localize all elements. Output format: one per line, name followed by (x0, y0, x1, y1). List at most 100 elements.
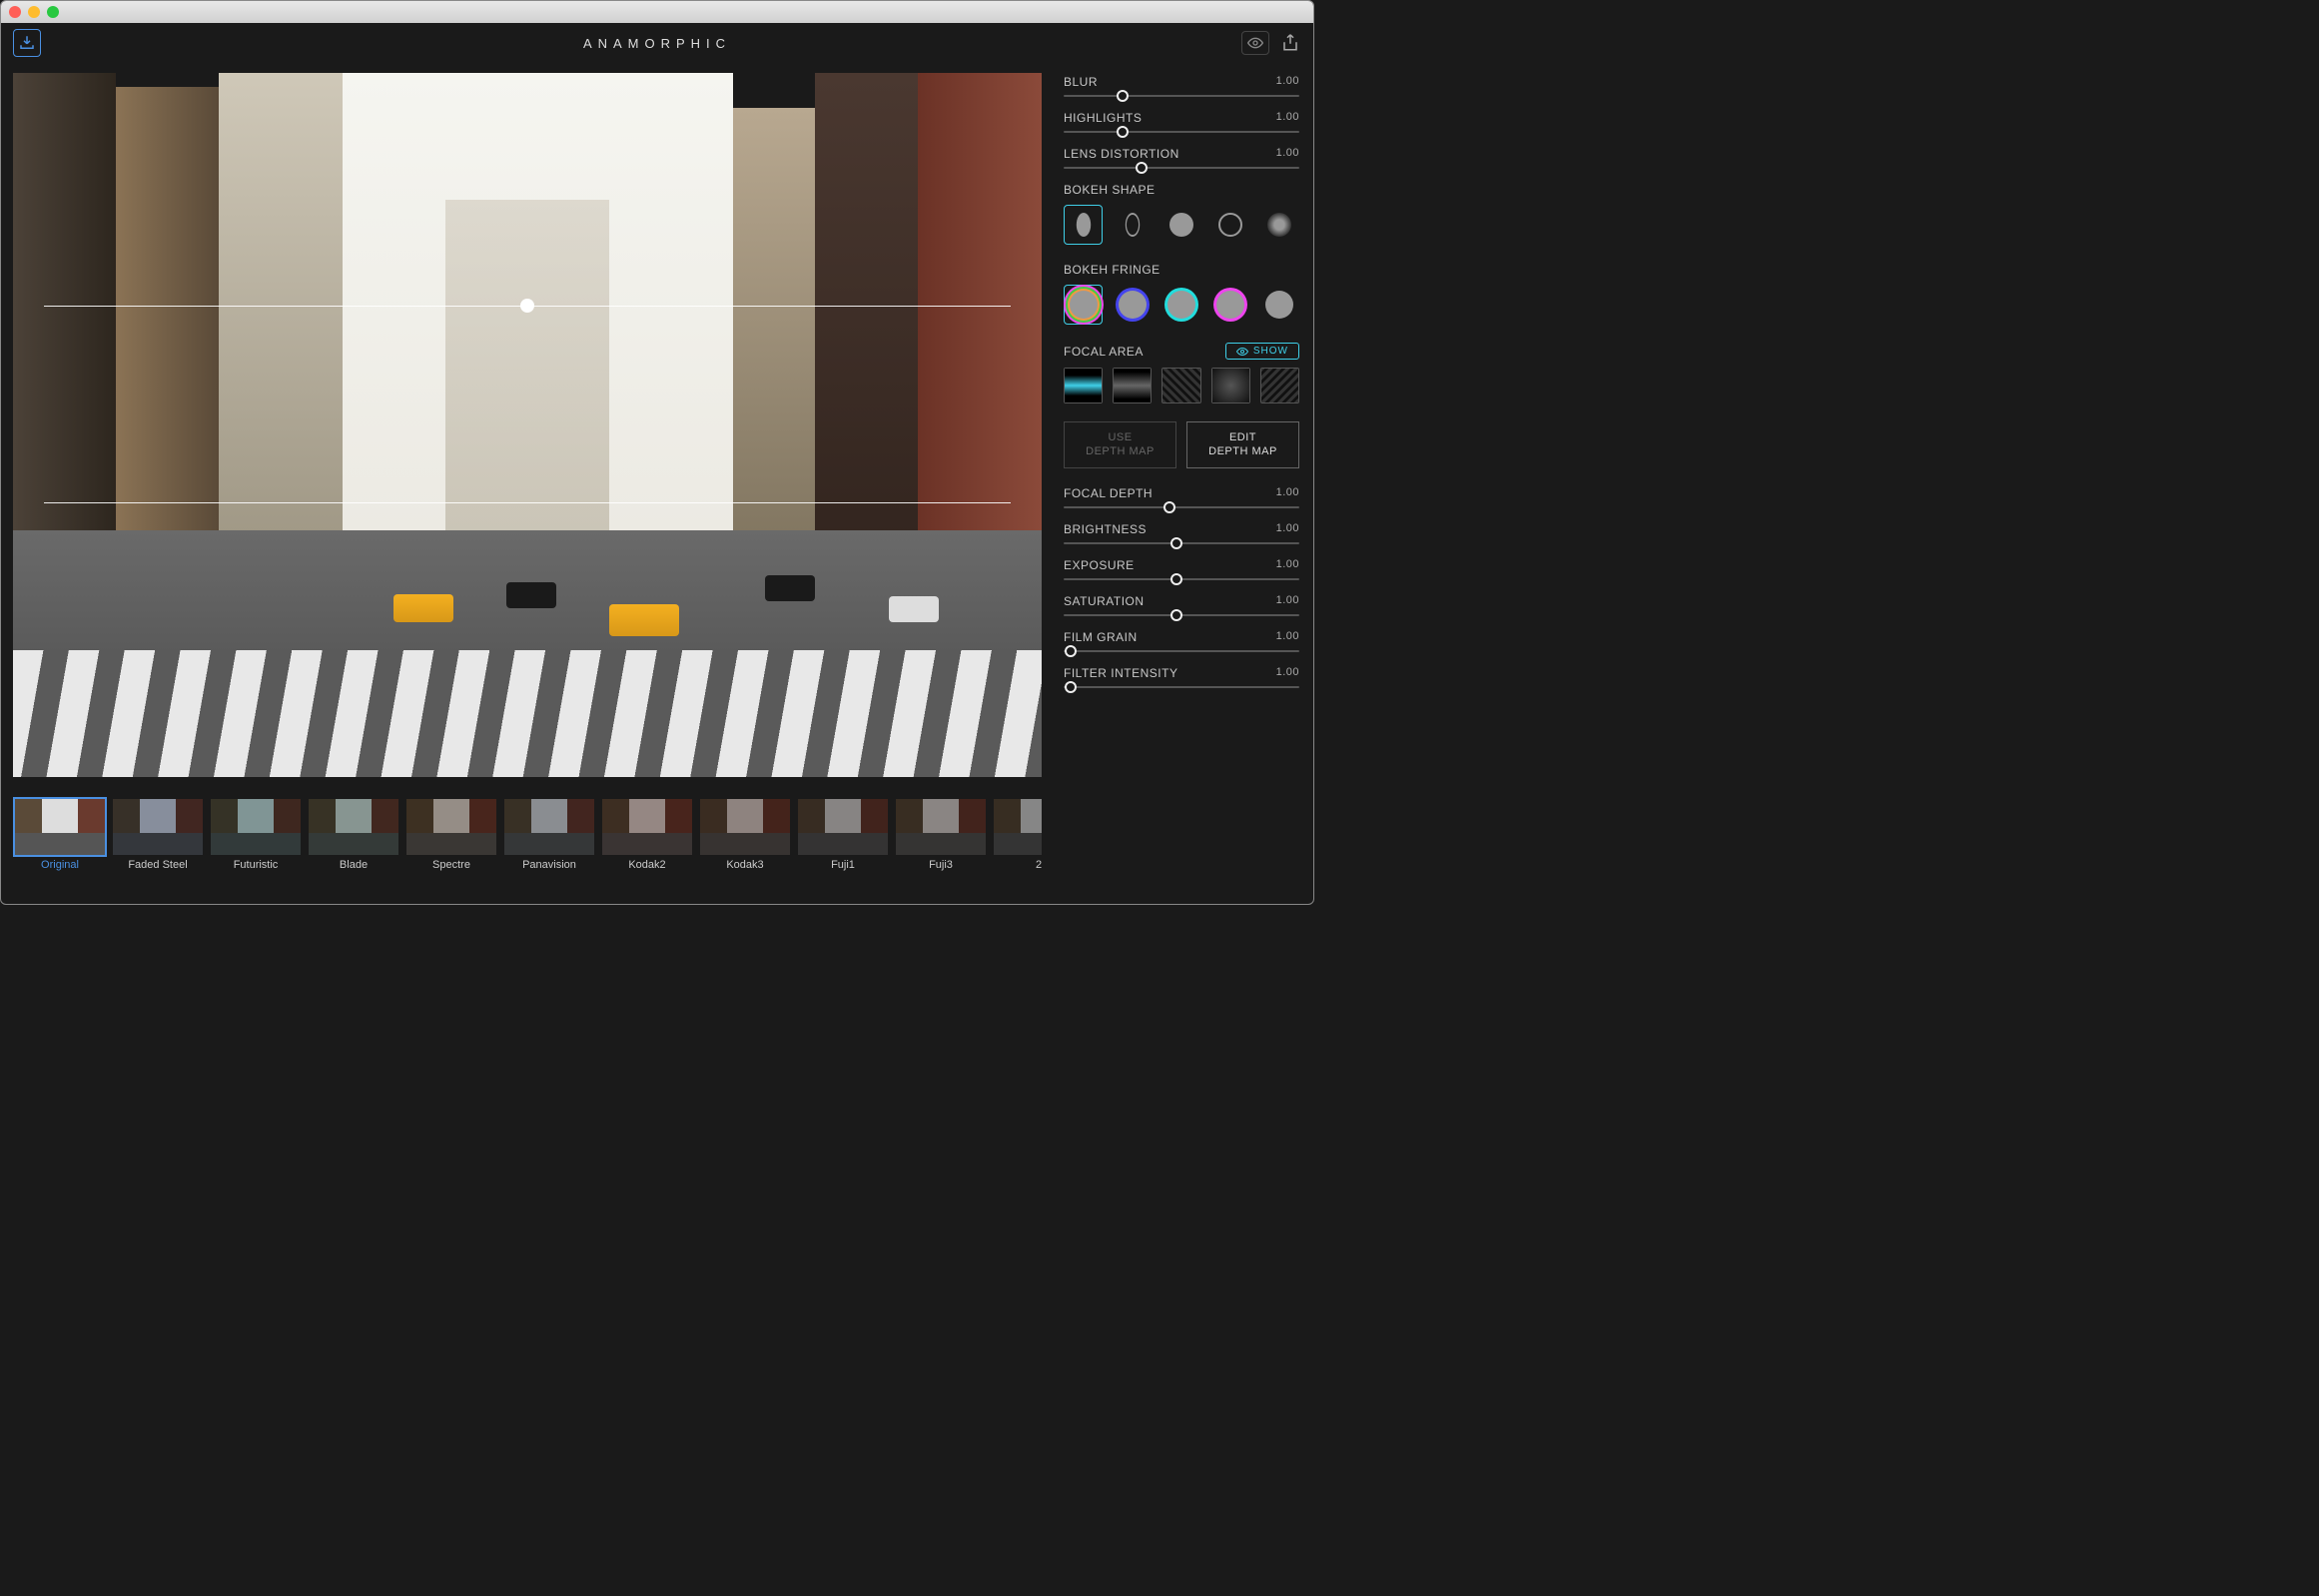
bokeh-fringe-options (1064, 285, 1299, 325)
zoom-window-button[interactable] (47, 6, 59, 18)
brightness-value: 1.00 (1276, 522, 1299, 536)
focal-depth-slider[interactable]: FOCAL DEPTH 1.00 (1064, 486, 1299, 508)
app-window: ANAMORPHIC (0, 0, 1314, 905)
lens-distortion-value: 1.00 (1276, 147, 1299, 161)
preset-original[interactable]: Original (13, 797, 107, 892)
preset-2[interactable]: 2 (992, 797, 1042, 892)
bokeh-fringe-rainbow[interactable] (1064, 285, 1103, 325)
bokeh-shape-oval-filled[interactable] (1064, 205, 1103, 245)
minimize-window-button[interactable] (28, 6, 40, 18)
preset-kodak3[interactable]: Kodak3 (698, 797, 792, 892)
film-grain-value: 1.00 (1276, 630, 1299, 644)
preset-label: Panavision (502, 859, 596, 871)
edit-depth-map-button[interactable]: EDIT DEPTH MAP (1186, 421, 1299, 468)
exposure-slider[interactable]: EXPOSURE 1.00 (1064, 558, 1299, 580)
preview-area[interactable] (13, 73, 1042, 777)
preview-image (13, 73, 1042, 777)
focal-area-options (1064, 368, 1299, 403)
filter-intensity-value: 1.00 (1276, 666, 1299, 680)
preview-toggle-button[interactable] (1241, 31, 1269, 55)
bokeh-fringe-label: BOKEH FRINGE (1064, 263, 1299, 277)
preset-spectre[interactable]: Spectre (404, 797, 498, 892)
brightness-label: BRIGHTNESS (1064, 522, 1147, 536)
preset-label: Futuristic (209, 859, 303, 871)
lens-distortion-label: LENS DISTORTION (1064, 147, 1179, 161)
share-button[interactable] (1279, 32, 1301, 54)
window-titlebar (1, 1, 1313, 23)
bokeh-fringe-magenta[interactable] (1211, 285, 1250, 325)
lens-distortion-slider[interactable]: LENS DISTORTION 1.00 (1064, 147, 1299, 169)
film-grain-label: FILM GRAIN (1064, 630, 1138, 644)
preset-panavision[interactable]: Panavision (502, 797, 596, 892)
use-depth-map-button[interactable]: USE DEPTH MAP (1064, 421, 1176, 468)
focal-area-option-3[interactable] (1161, 368, 1200, 403)
bokeh-shape-circle-outline[interactable] (1211, 205, 1250, 245)
eye-icon (1236, 348, 1248, 356)
app-title: ANAMORPHIC (583, 36, 731, 51)
preset-thumbnail (209, 797, 303, 857)
filter-intensity-slider[interactable]: FILTER INTENSITY 1.00 (1064, 666, 1299, 688)
bokeh-shape-label: BOKEH SHAPE (1064, 183, 1299, 197)
preset-thumbnail (502, 797, 596, 857)
saturation-value: 1.00 (1276, 594, 1299, 608)
preset-futuristic[interactable]: Futuristic (209, 797, 303, 892)
brightness-slider[interactable]: BRIGHTNESS 1.00 (1064, 522, 1299, 544)
bokeh-fringe-blue[interactable] (1113, 285, 1152, 325)
preset-label: Faded Steel (111, 859, 205, 871)
preset-fuji1[interactable]: Fuji1 (796, 797, 890, 892)
preset-kodak2[interactable]: Kodak2 (600, 797, 694, 892)
focal-area-show-button[interactable]: SHOW (1225, 343, 1299, 360)
preset-thumbnail (111, 797, 205, 857)
bokeh-shape-options (1064, 205, 1299, 245)
focal-handle[interactable] (520, 299, 534, 313)
import-button[interactable] (13, 29, 41, 57)
preset-label: Spectre (404, 859, 498, 871)
preset-fuji3[interactable]: Fuji3 (894, 797, 988, 892)
close-window-button[interactable] (9, 6, 21, 18)
controls-panel: BLUR 1.00 HIGHLIGHTS 1.00 LENS DISTORTION 1… (1054, 63, 1313, 904)
exposure-label: EXPOSURE (1064, 558, 1135, 572)
focal-depth-value: 1.00 (1276, 486, 1299, 500)
preset-label: Fuji3 (894, 859, 988, 871)
bokeh-shape-circle-filled[interactable] (1161, 205, 1200, 245)
highlights-value: 1.00 (1276, 111, 1299, 125)
eye-icon (1247, 37, 1263, 49)
preset-blade[interactable]: Blade (307, 797, 400, 892)
bokeh-fringe-none[interactable] (1260, 285, 1299, 325)
preset-thumbnail (307, 797, 400, 857)
bokeh-shape-oval-outline[interactable] (1113, 205, 1152, 245)
film-grain-slider[interactable]: FILM GRAIN 1.00 (1064, 630, 1299, 652)
saturation-label: SATURATION (1064, 594, 1145, 608)
preset-label: Fuji1 (796, 859, 890, 871)
focal-area-option-2[interactable] (1113, 368, 1152, 403)
focal-area-option-4[interactable] (1211, 368, 1250, 403)
preset-thumbnail (600, 797, 694, 857)
preset-thumbnail (992, 797, 1042, 857)
share-icon (1281, 33, 1299, 53)
highlights-label: HIGHLIGHTS (1064, 111, 1142, 125)
preset-label: Kodak2 (600, 859, 694, 871)
preset-filmstrip: Original Faded Steel Futuristic Blade Sp… (13, 797, 1042, 892)
blur-slider[interactable]: BLUR 1.00 (1064, 75, 1299, 97)
blur-value: 1.00 (1276, 75, 1299, 89)
exposure-value: 1.00 (1276, 558, 1299, 572)
import-icon (18, 34, 36, 52)
focal-area-option-5[interactable] (1260, 368, 1299, 403)
preset-thumbnail (894, 797, 988, 857)
bokeh-shape-circle-soft[interactable] (1260, 205, 1299, 245)
focal-area-label: FOCAL AREA SHOW (1064, 343, 1299, 360)
highlights-slider[interactable]: HIGHLIGHTS 1.00 (1064, 111, 1299, 133)
preset-faded-steel[interactable]: Faded Steel (111, 797, 205, 892)
filter-intensity-label: FILTER INTENSITY (1064, 666, 1177, 680)
focal-line-bottom[interactable] (44, 502, 1011, 503)
blur-label: BLUR (1064, 75, 1098, 89)
preset-label: Kodak3 (698, 859, 792, 871)
focal-area-option-1[interactable] (1064, 368, 1103, 403)
focal-depth-label: FOCAL DEPTH (1064, 486, 1153, 500)
preset-label: Original (13, 859, 107, 871)
preset-thumbnail (13, 797, 107, 857)
bokeh-fringe-cyan[interactable] (1161, 285, 1200, 325)
preset-thumbnail (698, 797, 792, 857)
saturation-slider[interactable]: SATURATION 1.00 (1064, 594, 1299, 616)
app-toolbar: ANAMORPHIC (1, 23, 1313, 63)
